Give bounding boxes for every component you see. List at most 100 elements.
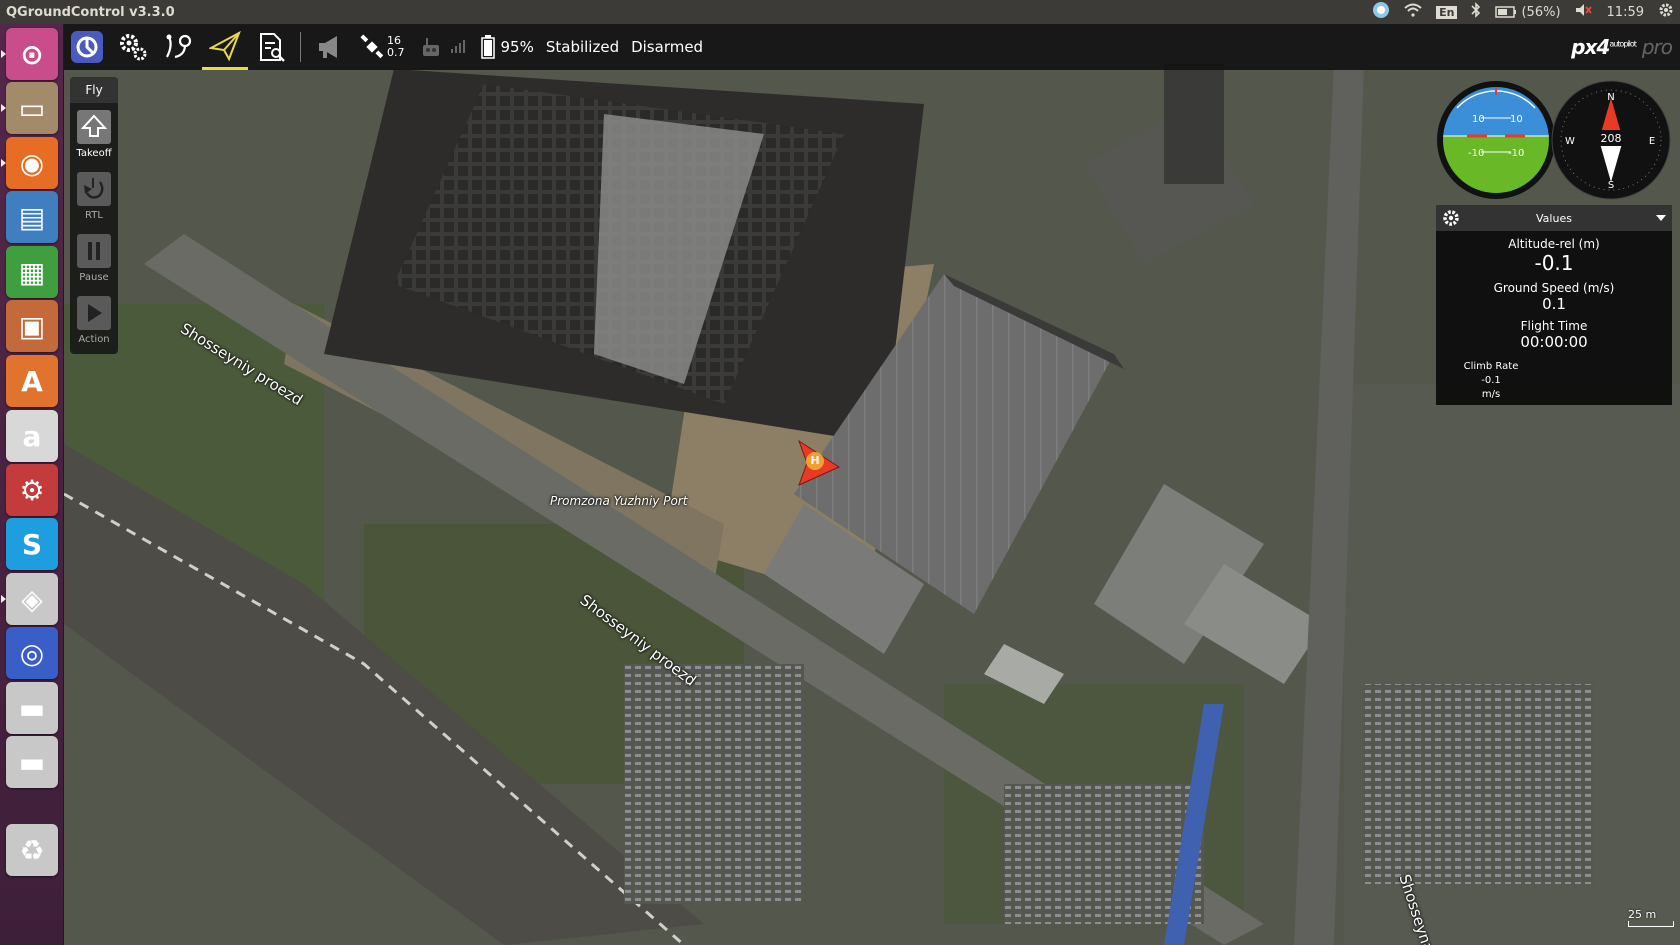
launcher-libreoffice-calc-icon[interactable]: ▦	[6, 246, 58, 298]
volume-muted-icon[interactable]	[1575, 3, 1593, 21]
os-top-bar: QGroundControl v3.3.0 En (56%) 11:59	[0, 0, 1680, 24]
launcher-system-settings-icon[interactable]: ⚙	[6, 464, 58, 516]
fly-view-button[interactable]	[202, 24, 248, 70]
messages-indicator[interactable]	[307, 24, 353, 70]
launcher-files-icon[interactable]: ▭	[6, 82, 58, 134]
toolbar-separator	[300, 32, 301, 62]
compass-west: W	[1565, 136, 1575, 147]
launcher-ubuntu-dash-icon[interactable]: ⊙	[6, 28, 58, 80]
compass-heading: 208	[1601, 132, 1622, 145]
waypoint-path-icon	[166, 34, 192, 59]
action-button[interactable]: Action	[70, 289, 118, 351]
satellite-icon	[360, 34, 384, 59]
launcher: ⊙ ▭ ◉ ▤ ▦ ▣ Aa ⚙ S ◈ ◎ ▬ ▬ ♻	[0, 24, 64, 945]
launcher-qgroundcontrol-icon[interactable]: ◎	[6, 627, 58, 679]
launcher-running-indicator	[1, 159, 6, 167]
px4-pro-logo: px4autopilot pro	[1571, 35, 1673, 59]
compass-south: S	[1608, 180, 1614, 191]
battery-indicator-toolbar[interactable]: 95%	[480, 35, 534, 59]
launcher-running-indicator	[1, 50, 6, 58]
wifi-icon[interactable]	[1404, 3, 1422, 21]
values-widget-header[interactable]: Values	[1436, 205, 1672, 231]
battery-percent-toolbar: 95%	[500, 38, 534, 56]
launcher-firefox-icon[interactable]: ◉	[6, 137, 58, 189]
battery-indicator[interactable]: (56%)	[1495, 4, 1561, 20]
fly-tool-strip-header: Fly	[70, 77, 118, 103]
launcher-software-center-icon[interactable]: A	[6, 355, 58, 407]
gps-hdop: 0.7	[387, 46, 405, 59]
settings-gear-icon[interactable]	[1658, 2, 1674, 22]
window-title: QGroundControl v3.3.0	[6, 4, 175, 20]
rc-rssi-indicator[interactable]	[411, 24, 451, 70]
keyboard-icon[interactable]: En	[1436, 5, 1458, 19]
values-widget: Values Altitude-rel (m) -0.1 Ground Spee…	[1436, 205, 1672, 405]
analyze-view-button[interactable]	[248, 24, 294, 70]
rtl-button[interactable]: RTL	[70, 165, 118, 227]
takeoff-button[interactable]: Takeoff	[70, 103, 118, 165]
climb-rate-block: Climb Rate -0.1 m/s	[1456, 360, 1526, 402]
values-settings-gear-icon[interactable]	[1442, 209, 1460, 230]
vehicle-setup-button[interactable]	[110, 24, 156, 70]
pause-button[interactable]: Pause	[70, 227, 118, 289]
compass-east: E	[1649, 136, 1655, 147]
launcher-amazon-icon[interactable]: a	[6, 410, 58, 462]
climb-rate-unit: m/s	[1481, 389, 1501, 400]
takeoff-icon	[77, 109, 111, 144]
telemetry-rssi-indicator[interactable]	[450, 38, 467, 57]
qgc-menu-button[interactable]	[64, 24, 110, 70]
altitude-value: -0.1	[1534, 251, 1574, 275]
launcher-running-indicator	[1, 104, 6, 112]
pitch-tick-10-right: 10	[1510, 114, 1523, 125]
launcher-disk-1-icon[interactable]: ▬	[6, 682, 58, 734]
ground-speed-value: 0.1	[1542, 295, 1566, 313]
climb-rate-label: Climb Rate	[1463, 361, 1519, 372]
rtl-icon	[77, 171, 111, 206]
instrument-panel: 10 10 -10 -10 208 N E S W	[1435, 78, 1672, 202]
fly-tool-strip: Fly Takeoff RTL Pause Action	[70, 77, 118, 354]
launcher-trash-icon[interactable]: ♻	[6, 824, 58, 876]
launcher-skype-icon[interactable]: S	[6, 518, 58, 570]
rc-transmitter-icon	[422, 38, 439, 56]
home-position-marker[interactable]: H	[806, 452, 824, 470]
launcher-security-icon[interactable]: ◈	[6, 573, 58, 625]
clock[interactable]: 11:59	[1607, 5, 1644, 20]
megaphone-icon	[319, 36, 337, 58]
compass-north: N	[1607, 92, 1614, 103]
qgc-tray-icon[interactable]	[1372, 1, 1390, 23]
qgc-toolbar: 16 0.7 95% Stabilized Disarmed px4autopi…	[64, 24, 1680, 70]
launcher-disk-2-icon[interactable]: ▬	[6, 736, 58, 788]
flight-time-label: Flight Time	[1520, 319, 1588, 333]
map-scale: 25 m	[1628, 908, 1674, 927]
flight-time-value: 00:00:00	[1520, 333, 1588, 351]
map-scale-label: 25 m	[1628, 908, 1657, 921]
launcher-libreoffice-writer-icon[interactable]: ▤	[6, 191, 58, 243]
paper-plane-icon	[209, 30, 241, 61]
altitude-label: Altitude-rel (m)	[1508, 237, 1600, 251]
launcher-running-indicator	[1, 595, 6, 603]
launcher-libreoffice-impress-icon[interactable]: ▣	[6, 300, 58, 352]
pause-icon	[77, 233, 111, 268]
attitude-indicator[interactable]: 10 10 -10 -10	[1435, 78, 1557, 202]
action-icon	[77, 295, 111, 330]
system-tray: En (56%) 11:59	[1372, 1, 1680, 23]
flight-mode-selector[interactable]: Stabilized	[546, 38, 619, 56]
gears-icon	[120, 34, 147, 61]
battery-percent: (56%)	[1521, 4, 1561, 20]
battery-icon	[1495, 6, 1517, 18]
chevron-down-icon[interactable]	[1656, 215, 1666, 221]
climb-rate-value: -0.1	[1481, 375, 1501, 386]
map-label-area: Promzona Yuzhniy Port	[550, 494, 688, 508]
gps-indicator[interactable]: 16 0.7	[359, 34, 405, 60]
plan-view-button[interactable]	[156, 24, 202, 70]
signal-bars-icon	[450, 39, 465, 53]
values-widget-title: Values	[1536, 211, 1572, 225]
arm-status[interactable]: Disarmed	[631, 38, 703, 56]
compass-indicator[interactable]: 208 N E S W	[1551, 80, 1671, 200]
bluetooth-icon[interactable]	[1471, 2, 1481, 22]
battery-vertical-icon	[480, 35, 495, 59]
pitch-tick-minus10-left: -10	[1468, 148, 1484, 159]
pitch-tick-minus10-right: -10	[1508, 148, 1524, 159]
qgc-logo-icon	[71, 31, 103, 63]
ground-speed-label: Ground Speed (m/s)	[1493, 281, 1615, 295]
pitch-tick-10-left: 10	[1472, 114, 1485, 125]
